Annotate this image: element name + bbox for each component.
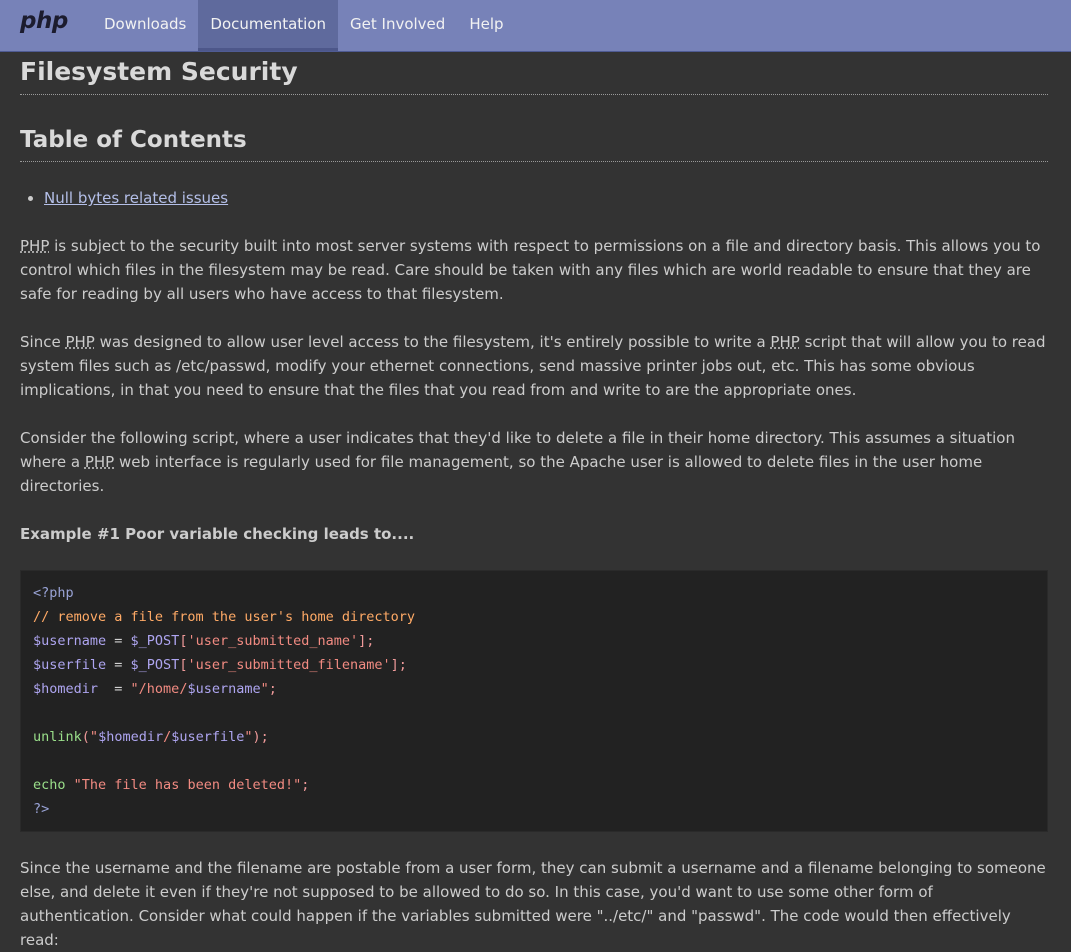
code-punc: ( (81, 729, 90, 745)
code-punc: ]; (358, 633, 375, 649)
code-var: $username (33, 633, 107, 649)
paragraph-2: Since PHP was designed to allow user lev… (20, 330, 1048, 402)
nav-help[interactable]: Help (457, 0, 515, 48)
paragraph-2-text-a: Since (20, 333, 66, 351)
main-content: Filesystem Security Table of Contents Nu… (20, 52, 1048, 952)
code-string: "/home/ (130, 681, 188, 697)
code-open-tag: <?php (33, 585, 74, 601)
code-example: <?php // remove a file from the user's h… (20, 570, 1048, 832)
code-op: = (106, 633, 131, 649)
code-string: " (89, 729, 99, 745)
code-op: = (106, 657, 131, 673)
abbr-php: PHP (20, 237, 50, 255)
code-var: $homedir (33, 681, 99, 697)
abbr-php: PHP (65, 333, 95, 351)
code-punc: ]; (390, 657, 407, 673)
toc-heading: Table of Contents (20, 127, 1048, 162)
abbr-php: PHP (84, 453, 115, 471)
paragraph-1-text: is subject to the security built into mo… (20, 237, 1041, 303)
code-var: $username (187, 681, 261, 697)
code-close-tag: ?> (33, 801, 50, 817)
toc-link-null-bytes[interactable]: Null bytes related issues (44, 189, 228, 207)
paragraph-2-text-b: was designed to allow user level access … (94, 333, 771, 351)
code-string: 'user_submitted_filename' (187, 657, 391, 673)
code-string: 'user_submitted_name' (187, 633, 359, 649)
code-punc: ; (268, 681, 277, 697)
main-nav: Downloads Documentation Get Involved Hel… (92, 0, 516, 51)
code-op: = (98, 681, 131, 697)
page-title: Filesystem Security (20, 52, 1048, 95)
code-var: $_POST (130, 633, 180, 649)
code-punc: ); (252, 729, 269, 745)
code-var: $userfile (33, 657, 107, 673)
paragraph-1: PHP is subject to the security built int… (20, 234, 1048, 306)
nav-documentation[interactable]: Documentation (198, 0, 339, 51)
toc-item: Null bytes related issues (44, 186, 1048, 210)
code-var: $homedir (98, 729, 164, 745)
code-function: unlink (33, 729, 82, 745)
code-var: $_POST (130, 657, 180, 673)
code-comment: // remove a file from the user's home di… (33, 609, 416, 625)
code-string: / (163, 729, 172, 745)
paragraph-3: Consider the following script, where a u… (20, 426, 1048, 498)
paragraph-4: Since the username and the filename are … (20, 859, 1046, 949)
paragraph-3-text-b: web interface is regularly used for file… (20, 453, 983, 495)
example-title: Example #1 Poor variable checking leads … (20, 525, 415, 543)
nav-downloads[interactable]: Downloads (92, 0, 198, 48)
code-string: " (244, 729, 253, 745)
code-string: " (260, 681, 269, 697)
abbr-php: PHP (770, 333, 800, 351)
nav-get-involved[interactable]: Get Involved (338, 0, 457, 48)
top-navbar: php Downloads Documentation Get Involved… (0, 0, 1071, 52)
code-keyword: echo (33, 777, 66, 793)
toc-list: Null bytes related issues (20, 186, 1048, 210)
code-punc: ; (301, 777, 310, 793)
code-var: $userfile (171, 729, 245, 745)
code-string: "The file has been deleted!" (73, 777, 302, 793)
php-logo[interactable]: php (20, 8, 68, 34)
